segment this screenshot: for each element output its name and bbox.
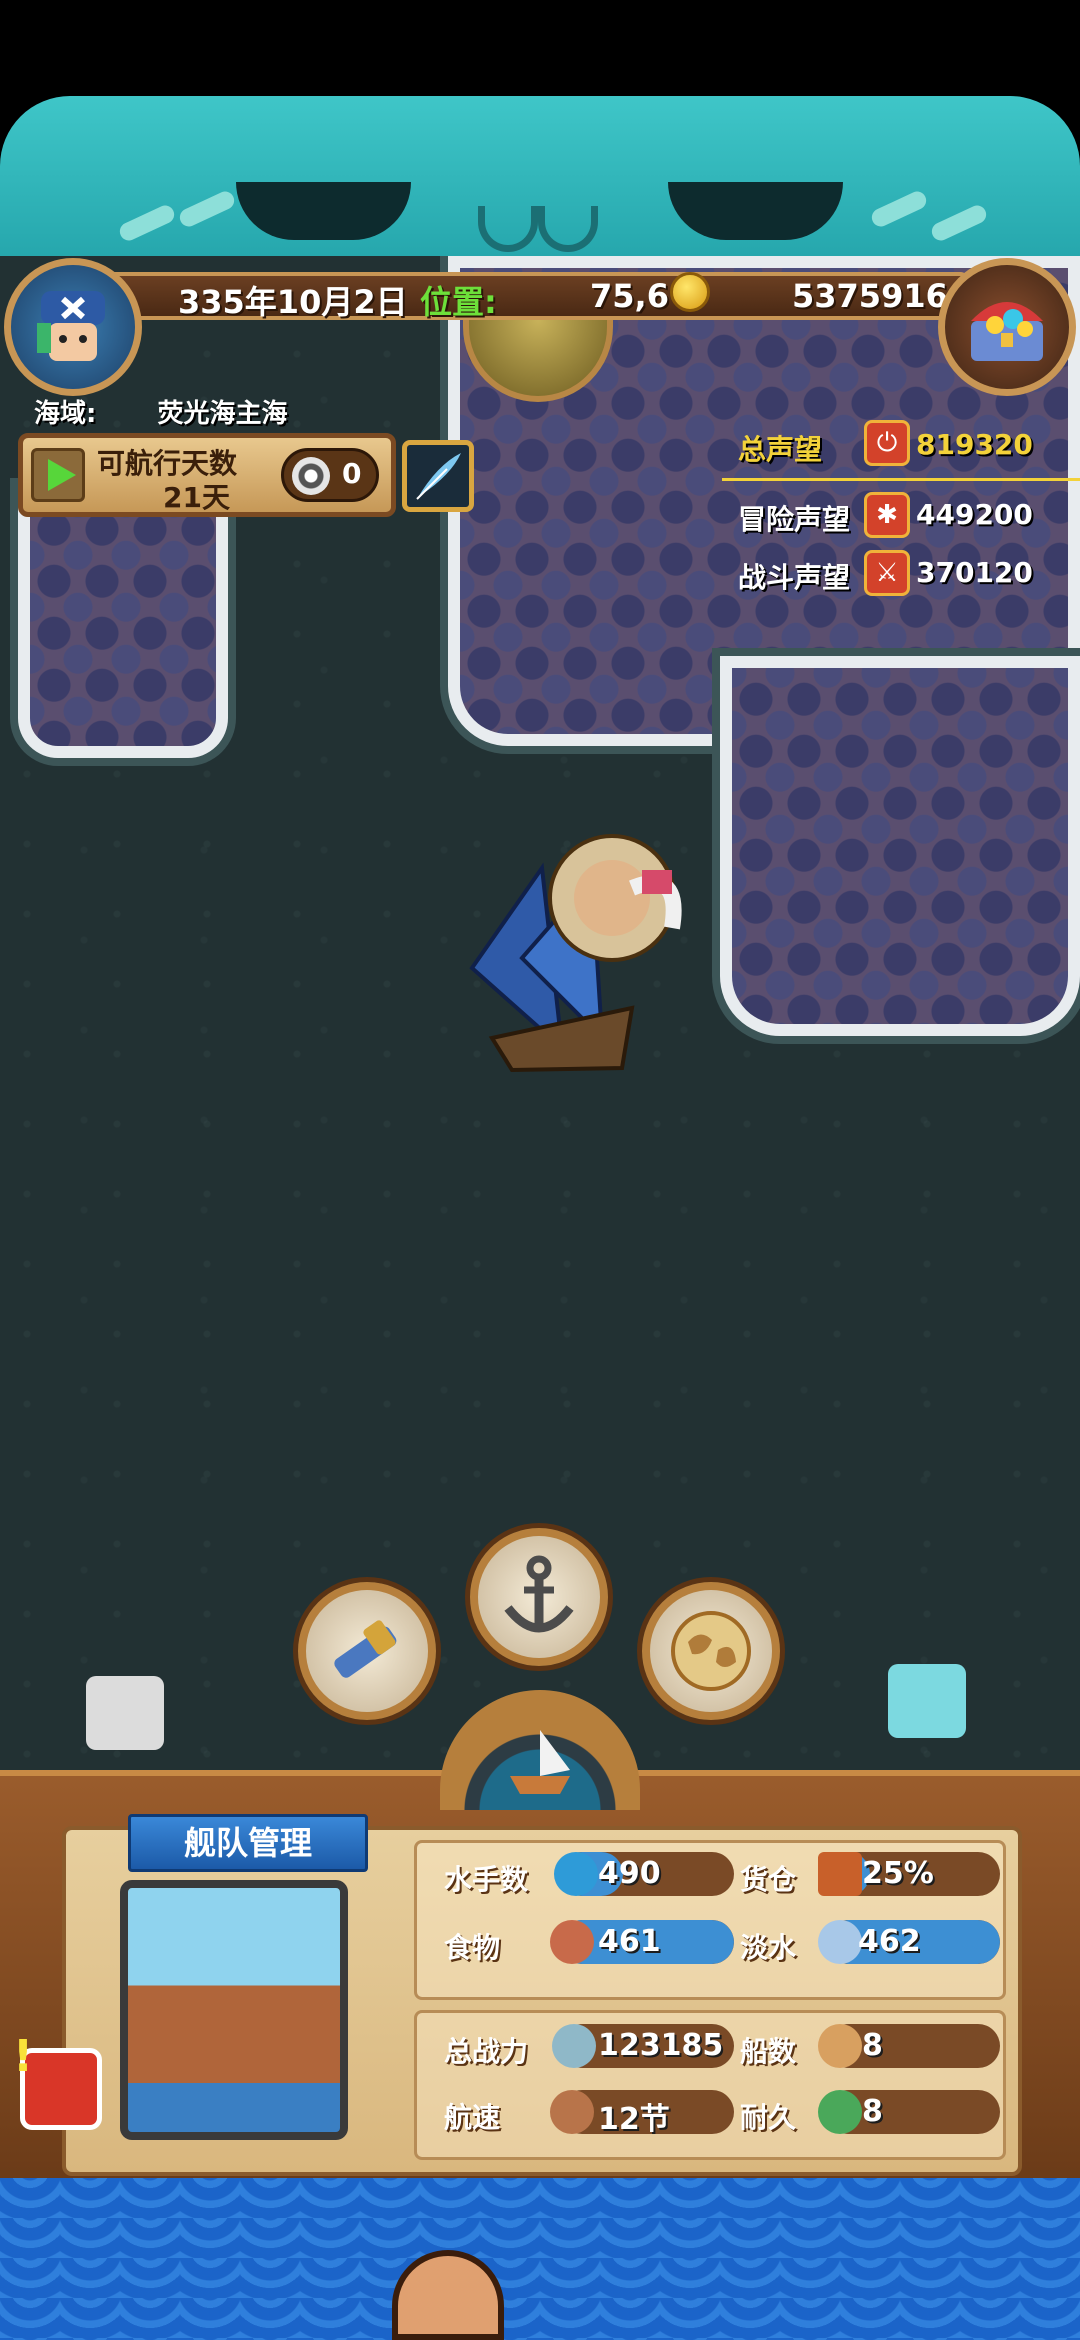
sailors-label: 水手数 — [444, 1863, 529, 1896]
flagship-picture[interactable] — [120, 1880, 348, 2140]
reputation-divider — [722, 478, 1080, 481]
feather-icon — [416, 453, 461, 500]
sailor-icon — [554, 1852, 598, 1896]
treasure-chest-button[interactable] — [938, 258, 1076, 396]
world-map-button[interactable] — [642, 1582, 780, 1720]
quill-feather-button[interactable] — [402, 440, 474, 512]
sail-days-panel: 可航行天数 21天 0 — [18, 433, 396, 517]
adventure-reputation-value: 449200 — [916, 498, 1033, 531]
total-reputation-value: 819320 — [916, 428, 1033, 461]
location-value: 75,6 — [590, 277, 669, 315]
white-cube-character[interactable] — [86, 1676, 164, 1750]
cat-right-eye — [668, 182, 843, 240]
token-count: 0 — [342, 457, 362, 490]
cat-whisker — [176, 188, 238, 230]
total-reputation-label: 总声望 — [738, 433, 823, 466]
total-power-value: 123185 — [598, 2028, 724, 2063]
cargo-value: 25% — [862, 1856, 934, 1891]
adventure-reputation-label: 冒险声望 — [738, 503, 851, 536]
fleet-management-title: 舰队管理 — [128, 1814, 368, 1872]
repair-icon — [818, 2090, 862, 2134]
cat-whisker — [116, 202, 178, 244]
cat-whisker — [928, 202, 990, 244]
captain-avatar[interactable] — [4, 258, 142, 396]
food-label: 食物 — [444, 1931, 501, 1964]
cargo-crate-icon — [818, 1852, 862, 1896]
meat-icon — [550, 1920, 594, 1964]
ship-icon — [510, 1730, 570, 1794]
adventure-reputation-icon: ✱ — [864, 492, 910, 538]
durability-value: 8 — [862, 2094, 883, 2129]
total-power-label: 总战力 — [444, 2035, 529, 2068]
speed-value: 12节 — [598, 2102, 670, 2137]
set-sail-play-button[interactable] — [31, 448, 85, 502]
ships-label: 船数 — [740, 2035, 797, 2068]
fleet-ship-button[interactable] — [440, 1690, 640, 1810]
cat-mouth-right — [538, 206, 598, 252]
game-date: 335年10月2日 — [178, 283, 408, 321]
gold-amount: 5375916 — [792, 277, 948, 315]
sea-area-info: 海域: 荧光海主海 — [34, 393, 287, 430]
crossed-swords-icon — [552, 2024, 596, 2068]
sailors-value: 490 — [598, 1856, 661, 1891]
battle-reputation-icon: ⚔ — [864, 550, 910, 596]
speed-label: 航速 — [444, 2101, 501, 2134]
token-icon — [292, 457, 330, 495]
cat-header-decoration — [0, 96, 1080, 256]
water-label: 淡水 — [740, 1931, 797, 1964]
cat-whisker — [868, 188, 930, 230]
battle-reputation-value: 370120 — [916, 556, 1033, 589]
cyan-cat-character[interactable] — [888, 1664, 966, 1738]
telescope-icon — [334, 1620, 397, 1678]
token-counter[interactable]: 0 — [281, 448, 379, 502]
bottom-sea-decoration — [0, 2178, 1080, 2340]
water-value: 462 — [858, 1924, 921, 1959]
ship-count-icon — [818, 2024, 862, 2068]
ships-value: 8 — [862, 2028, 883, 2063]
ship-alert-button[interactable] — [13, 2031, 102, 2130]
gold-coin-icon — [670, 272, 710, 312]
battle-reputation-label: 战斗声望 — [738, 561, 851, 594]
location-label: 位置: — [420, 283, 497, 321]
total-reputation-icon: ⏻ — [864, 420, 910, 466]
treasure-chest-icon — [971, 302, 1043, 361]
status-bar-area — [0, 0, 1080, 96]
cat-left-eye — [236, 182, 411, 240]
forest-island — [18, 486, 228, 758]
player-ship-sprite[interactable] — [452, 808, 692, 1074]
cat-mouth-left — [478, 206, 538, 252]
anchor-button[interactable] — [470, 1528, 608, 1666]
sea-area-name: 荧光海主海 — [157, 399, 288, 429]
anchor-icon — [504, 1555, 574, 1633]
durability-label: 耐久 — [740, 2101, 797, 2134]
sea-area-label: 海域: — [34, 399, 97, 429]
world-map-icon — [671, 1611, 751, 1691]
food-value: 461 — [598, 1924, 661, 1959]
cargo-label: 货仓 — [740, 1863, 797, 1896]
sailboat-icon — [550, 2090, 594, 2134]
water-jug-icon — [818, 1920, 862, 1964]
forest-island — [720, 656, 1080, 1036]
telescope-button[interactable] — [298, 1582, 436, 1720]
captain-face-icon — [37, 291, 105, 361]
sail-days-value: 21天 — [163, 481, 230, 514]
